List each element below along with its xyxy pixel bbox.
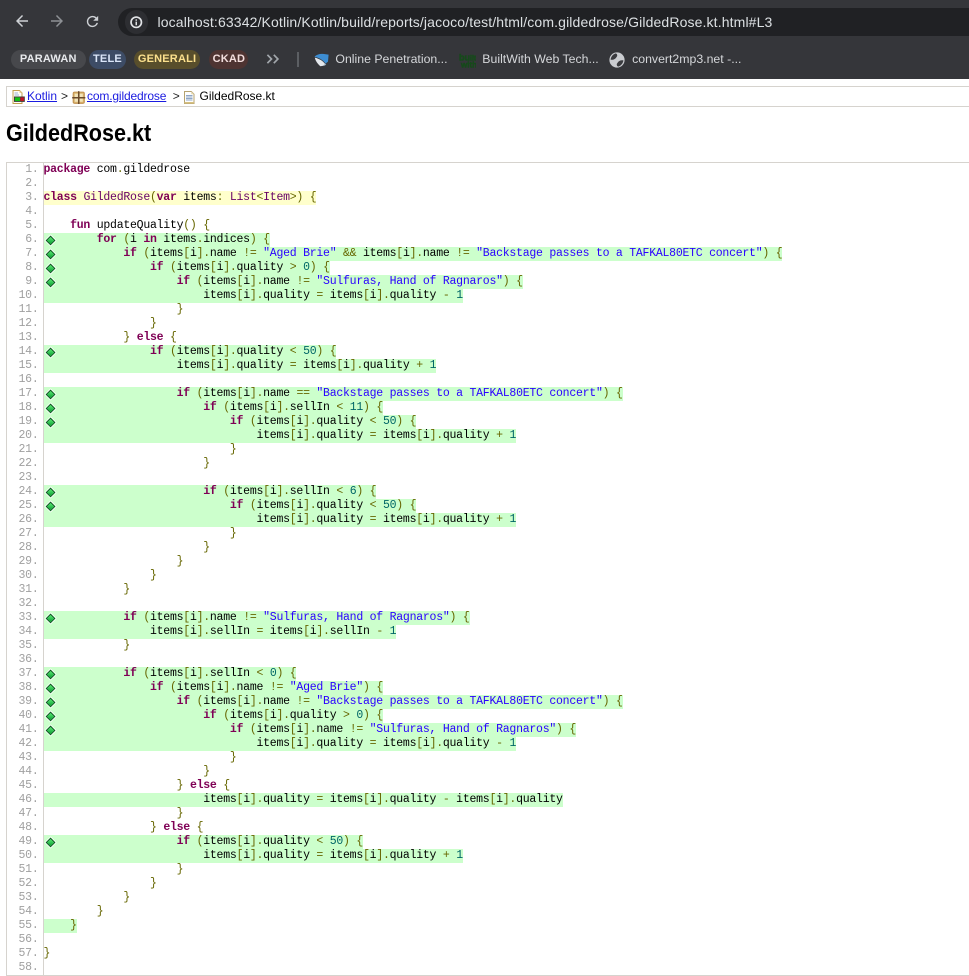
svg-text:with: with <box>460 60 476 68</box>
